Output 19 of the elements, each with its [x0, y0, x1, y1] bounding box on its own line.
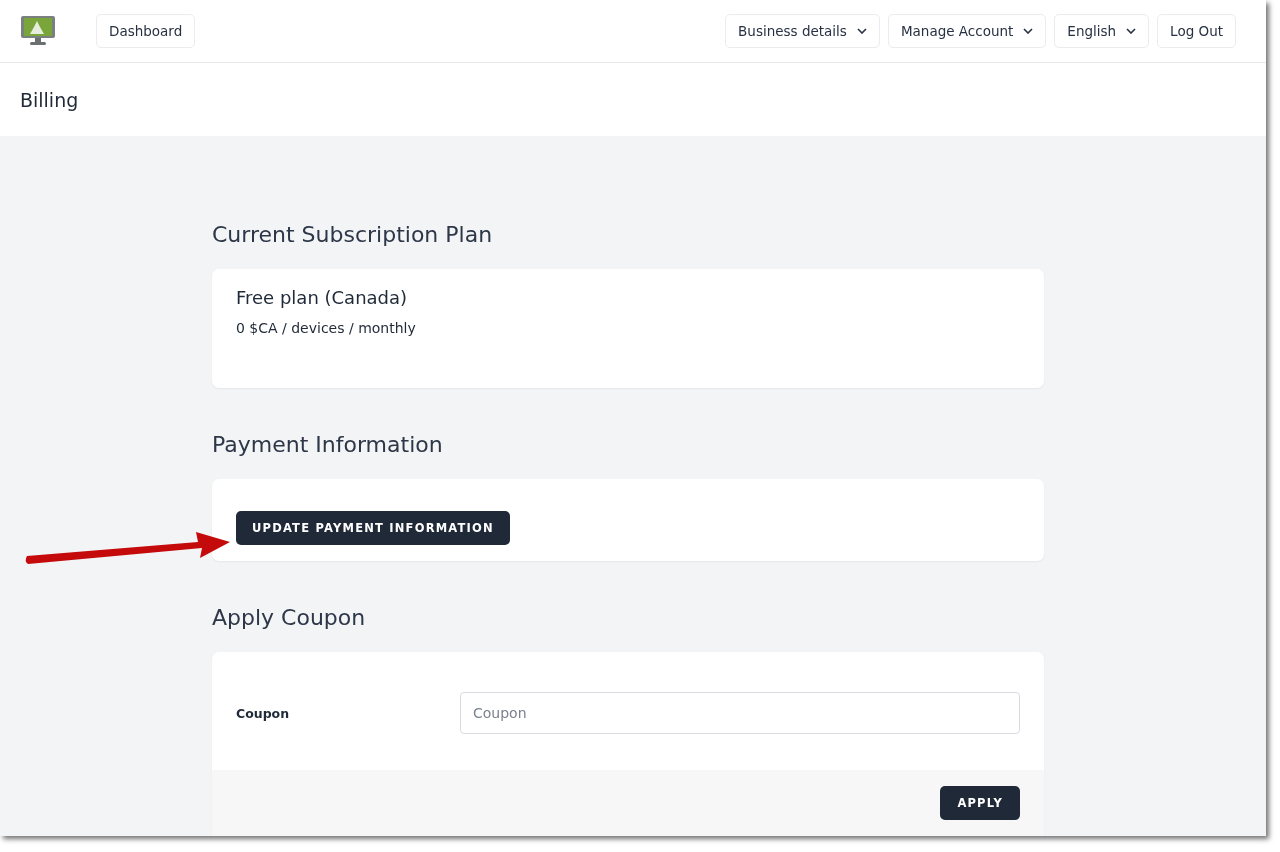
section-heading: Apply Coupon — [212, 605, 367, 630]
plan-price: 0 $CA / devices / monthly — [236, 320, 417, 336]
coupon-field[interactable]: Coupon — [460, 692, 1020, 734]
plan-name: Free plan (Canada) — [236, 287, 409, 308]
chevron-down-icon — [1023, 28, 1034, 34]
apply-button[interactable]: APPLY — [940, 786, 1020, 820]
update-payment-button[interactable]: UPDATE PAYMENT INFORMATION — [236, 511, 510, 545]
chevron-down-icon — [856, 28, 867, 34]
dropdown-button[interactable]: English — [1054, 14, 1150, 48]
dropdown-button[interactable]: Business details — [725, 14, 880, 48]
section-heading: Current Subscription Plan — [212, 222, 494, 247]
section-heading: Payment Information — [212, 432, 444, 457]
page-title: Billing — [20, 88, 79, 111]
field-label: Coupon — [236, 705, 291, 721]
nav-button[interactable]: Dashboard — [96, 14, 196, 48]
nav-button[interactable]: Log Out — [1157, 14, 1236, 48]
monitor-logo-icon[interactable] — [20, 15, 56, 47]
dropdown-button[interactable]: Manage Account — [887, 14, 1047, 48]
chevron-down-icon — [1126, 28, 1137, 34]
